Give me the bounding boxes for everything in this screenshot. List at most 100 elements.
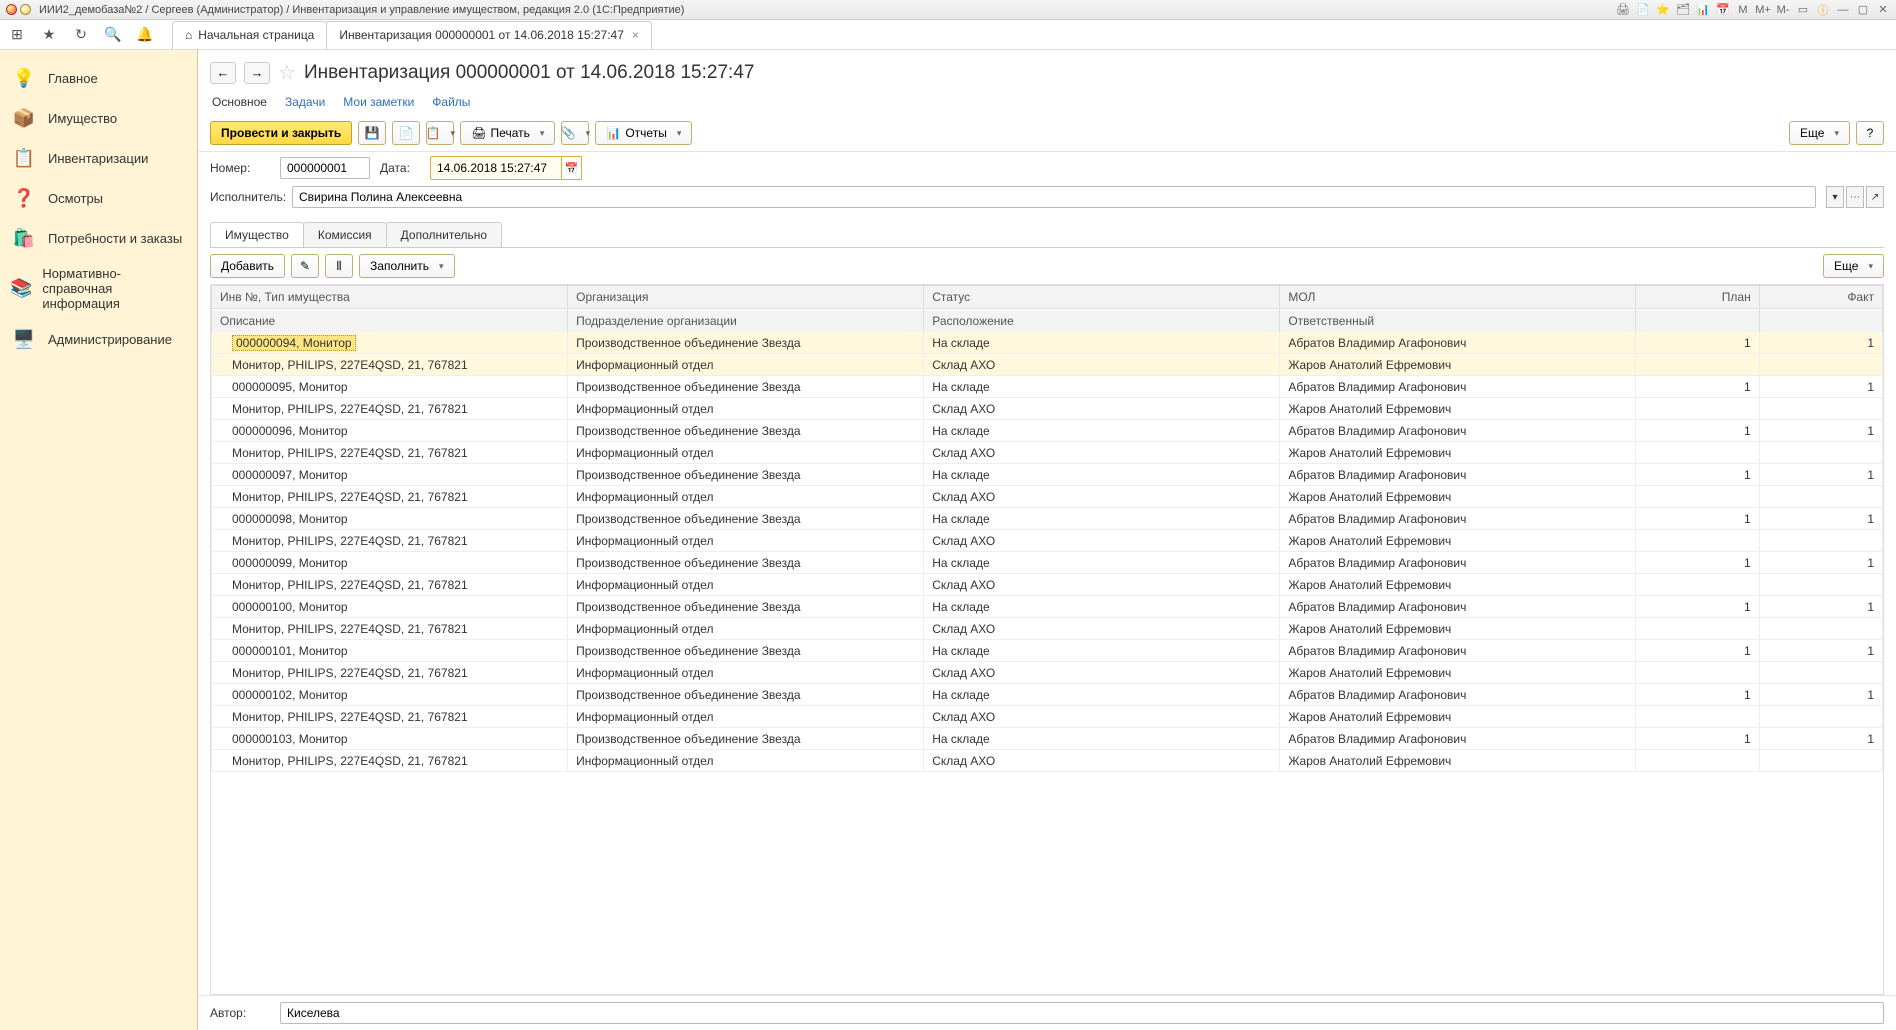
tab-close-icon[interactable]: × <box>632 28 639 42</box>
minimize-icon[interactable]: — <box>1836 3 1850 17</box>
col-inv[interactable]: Инв №, Тип имущества <box>212 286 568 309</box>
back-button[interactable]: ← <box>210 62 236 84</box>
tab-commission[interactable]: Комиссия <box>303 222 387 247</box>
sidebar-item[interactable]: ❓Осмотры <box>0 178 197 218</box>
col-plan[interactable]: План <box>1636 286 1759 309</box>
calendar-icon[interactable]: 📅 <box>561 157 581 179</box>
table-row-sub[interactable]: Монитор, PHILIPS, 227E4QSD, 21, 767821Ин… <box>212 574 1883 596</box>
tab-extra[interactable]: Дополнительно <box>386 222 502 247</box>
table-wrap[interactable]: Инв №, Тип имущества Организация Статус … <box>210 284 1884 995</box>
print-button[interactable]: 🖨 Печать <box>460 121 555 145</box>
sidebar-item[interactable]: 📦Имущество <box>0 98 197 138</box>
property-table: Инв №, Тип имущества Организация Статус … <box>211 285 1883 772</box>
maximize-icon[interactable]: ▢ <box>1856 3 1870 17</box>
col-loc[interactable]: Расположение <box>924 309 1280 332</box>
titlebar-icon[interactable]: ▭ <box>1796 3 1810 17</box>
col-resp[interactable]: Ответственный <box>1280 309 1636 332</box>
subnav-files[interactable]: Файлы <box>432 95 470 109</box>
titlebar-icon[interactable]: 📄 <box>1636 3 1650 17</box>
titlebar-icon[interactable]: M+ <box>1756 3 1770 17</box>
table-row-sub[interactable]: Монитор, PHILIPS, 227E4QSD, 21, 767821Ин… <box>212 398 1883 420</box>
table-row[interactable]: 000000096, МониторПроизводственное объед… <box>212 420 1883 442</box>
save-button[interactable]: 💾 <box>358 121 386 145</box>
add-button[interactable]: Добавить <box>210 254 285 278</box>
table-row[interactable]: 000000095, МониторПроизводственное объед… <box>212 376 1883 398</box>
col-dept[interactable]: Подразделение организации <box>568 309 924 332</box>
subnav-tasks[interactable]: Задачи <box>285 95 325 109</box>
help-button[interactable]: ? <box>1856 121 1884 145</box>
sidebar-icon: 📦 <box>10 106 38 130</box>
titlebar-icon[interactable]: M <box>1736 3 1750 17</box>
titlebar-icon[interactable]: M- <box>1776 3 1790 17</box>
titlebar-icon[interactable]: 📊 <box>1696 3 1710 17</box>
number-label: Номер: <box>210 161 270 175</box>
forward-button[interactable]: → <box>244 62 270 84</box>
col-mol[interactable]: МОЛ <box>1280 286 1636 309</box>
post-and-close-button[interactable]: Провести и закрыть <box>210 121 352 145</box>
close-icon[interactable]: ✕ <box>1876 3 1890 17</box>
table-row[interactable]: 000000100, МониторПроизводственное объед… <box>212 596 1883 618</box>
author-label: Автор: <box>210 1006 270 1020</box>
table-row-sub[interactable]: Монитор, PHILIPS, 227E4QSD, 21, 767821Ин… <box>212 354 1883 376</box>
print-label: Печать <box>491 126 530 140</box>
apps-icon[interactable]: ⊞ <box>8 26 26 43</box>
history-icon[interactable]: ↻ <box>72 26 90 43</box>
table-row[interactable]: 000000099, МониторПроизводственное объед… <box>212 552 1883 574</box>
attach-button[interactable]: 📎 <box>561 121 589 145</box>
post-button[interactable]: 📄 <box>392 121 420 145</box>
bell-icon[interactable]: 🔔 <box>136 26 154 43</box>
table-row-sub[interactable]: Монитор, PHILIPS, 227E4QSD, 21, 767821Ин… <box>212 750 1883 772</box>
col-org[interactable]: Организация <box>568 286 924 309</box>
table-row-sub[interactable]: Монитор, PHILIPS, 227E4QSD, 21, 767821Ин… <box>212 442 1883 464</box>
tab-document[interactable]: Инвентаризация 000000001 от 14.06.2018 1… <box>326 21 652 49</box>
favorite-icon[interactable]: ☆ <box>278 60 296 85</box>
star-icon[interactable]: ★ <box>40 26 58 43</box>
titlebar-icon[interactable]: 🖨 <box>1616 3 1630 17</box>
action1-button[interactable]: 📋 <box>426 121 454 145</box>
executor-field[interactable] <box>292 186 1816 208</box>
table-more-button[interactable]: Еще <box>1823 254 1884 278</box>
info-icon[interactable]: ⓘ <box>1816 3 1830 17</box>
subnav-notes[interactable]: Мои заметки <box>343 95 414 109</box>
table-row[interactable]: 000000098, МониторПроизводственное объед… <box>212 508 1883 530</box>
footer-row: Автор: <box>198 995 1896 1030</box>
subnav-main[interactable]: Основное <box>212 95 267 109</box>
table-row[interactable]: 000000103, МониторПроизводственное объед… <box>212 728 1883 750</box>
more-button[interactable]: Еще <box>1789 121 1850 145</box>
sidebar-item[interactable]: 🖥️Администрирование <box>0 319 197 359</box>
sidebar-item[interactable]: 💡Главное <box>0 58 197 98</box>
col-desc[interactable]: Описание <box>212 309 568 332</box>
titlebar-icon[interactable]: 🗂 <box>1676 3 1690 17</box>
dropdown-icon[interactable]: ▾ <box>1826 186 1844 208</box>
fill-button[interactable]: Заполнить <box>359 254 454 278</box>
sidebar-item[interactable]: 🛍️Потребности и заказы <box>0 218 197 258</box>
sidebar-label: Инвентаризации <box>48 151 148 166</box>
titlebar-icon[interactable]: 📅 <box>1716 3 1730 17</box>
number-field[interactable] <box>280 157 370 179</box>
open-icon[interactable]: ↗ <box>1866 186 1884 208</box>
edit-button[interactable]: ✎ <box>291 254 319 278</box>
col-status[interactable]: Статус <box>924 286 1280 309</box>
date-field[interactable] <box>431 157 561 179</box>
tab-property[interactable]: Имущество <box>210 222 304 247</box>
sidebar-item[interactable]: 📚Нормативно-справочная информация <box>0 258 197 319</box>
table-row[interactable]: 000000097, МониторПроизводственное объед… <box>212 464 1883 486</box>
table-row-sub[interactable]: Монитор, PHILIPS, 227E4QSD, 21, 767821Ин… <box>212 706 1883 728</box>
barcode-button[interactable]: ⦀ <box>325 254 353 278</box>
table-row[interactable]: 000000102, МониторПроизводственное объед… <box>212 684 1883 706</box>
author-field[interactable] <box>280 1002 1884 1024</box>
reports-button[interactable]: 📊 Отчеты <box>595 121 692 145</box>
table-row-sub[interactable]: Монитор, PHILIPS, 227E4QSD, 21, 767821Ин… <box>212 662 1883 684</box>
table-row[interactable]: 000000094, МониторПроизводственное объед… <box>212 332 1883 354</box>
table-row-sub[interactable]: Монитор, PHILIPS, 227E4QSD, 21, 767821Ин… <box>212 486 1883 508</box>
table-row[interactable]: 000000101, МониторПроизводственное объед… <box>212 640 1883 662</box>
sidebar-item[interactable]: 📋Инвентаризации <box>0 138 197 178</box>
dots-icon[interactable]: ⋯ <box>1846 186 1864 208</box>
sidebar-icon: 📚 <box>10 277 32 301</box>
tab-home[interactable]: ⌂ Начальная страница <box>172 21 327 49</box>
table-row-sub[interactable]: Монитор, PHILIPS, 227E4QSD, 21, 767821Ин… <box>212 530 1883 552</box>
table-row-sub[interactable]: Монитор, PHILIPS, 227E4QSD, 21, 767821Ин… <box>212 618 1883 640</box>
titlebar-icon[interactable]: ⭐ <box>1656 3 1670 17</box>
col-fact[interactable]: Факт <box>1759 286 1882 309</box>
search-icon[interactable]: 🔍 <box>104 26 122 43</box>
